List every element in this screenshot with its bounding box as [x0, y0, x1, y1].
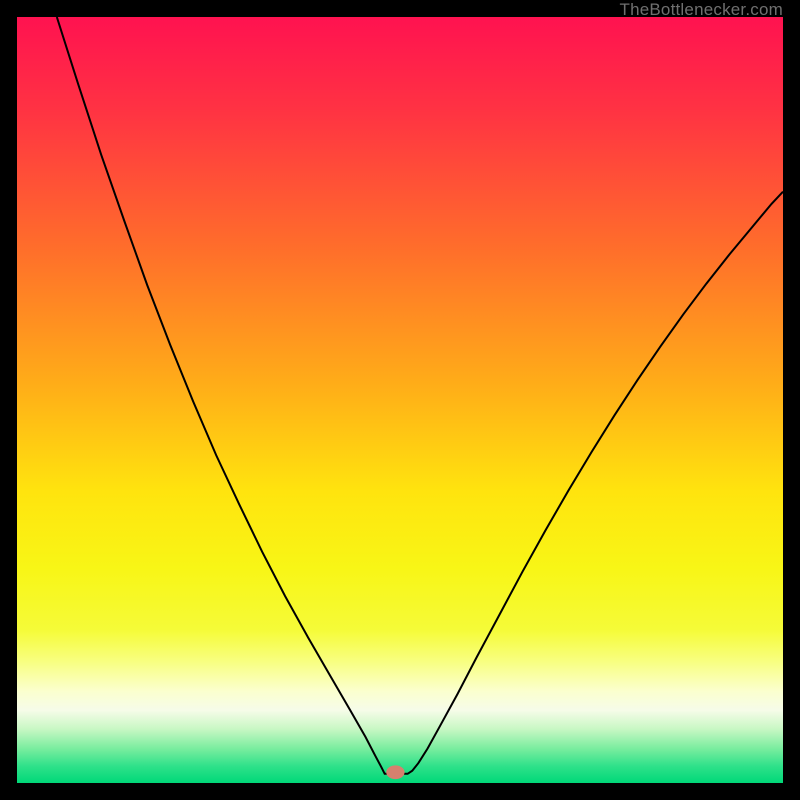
optimum-marker: [386, 765, 404, 779]
watermark: TheBottlenecker.com: [620, 0, 784, 19]
chart-plot: [17, 17, 783, 783]
chart-background: [17, 17, 783, 783]
chart-frame: [17, 0, 783, 783]
